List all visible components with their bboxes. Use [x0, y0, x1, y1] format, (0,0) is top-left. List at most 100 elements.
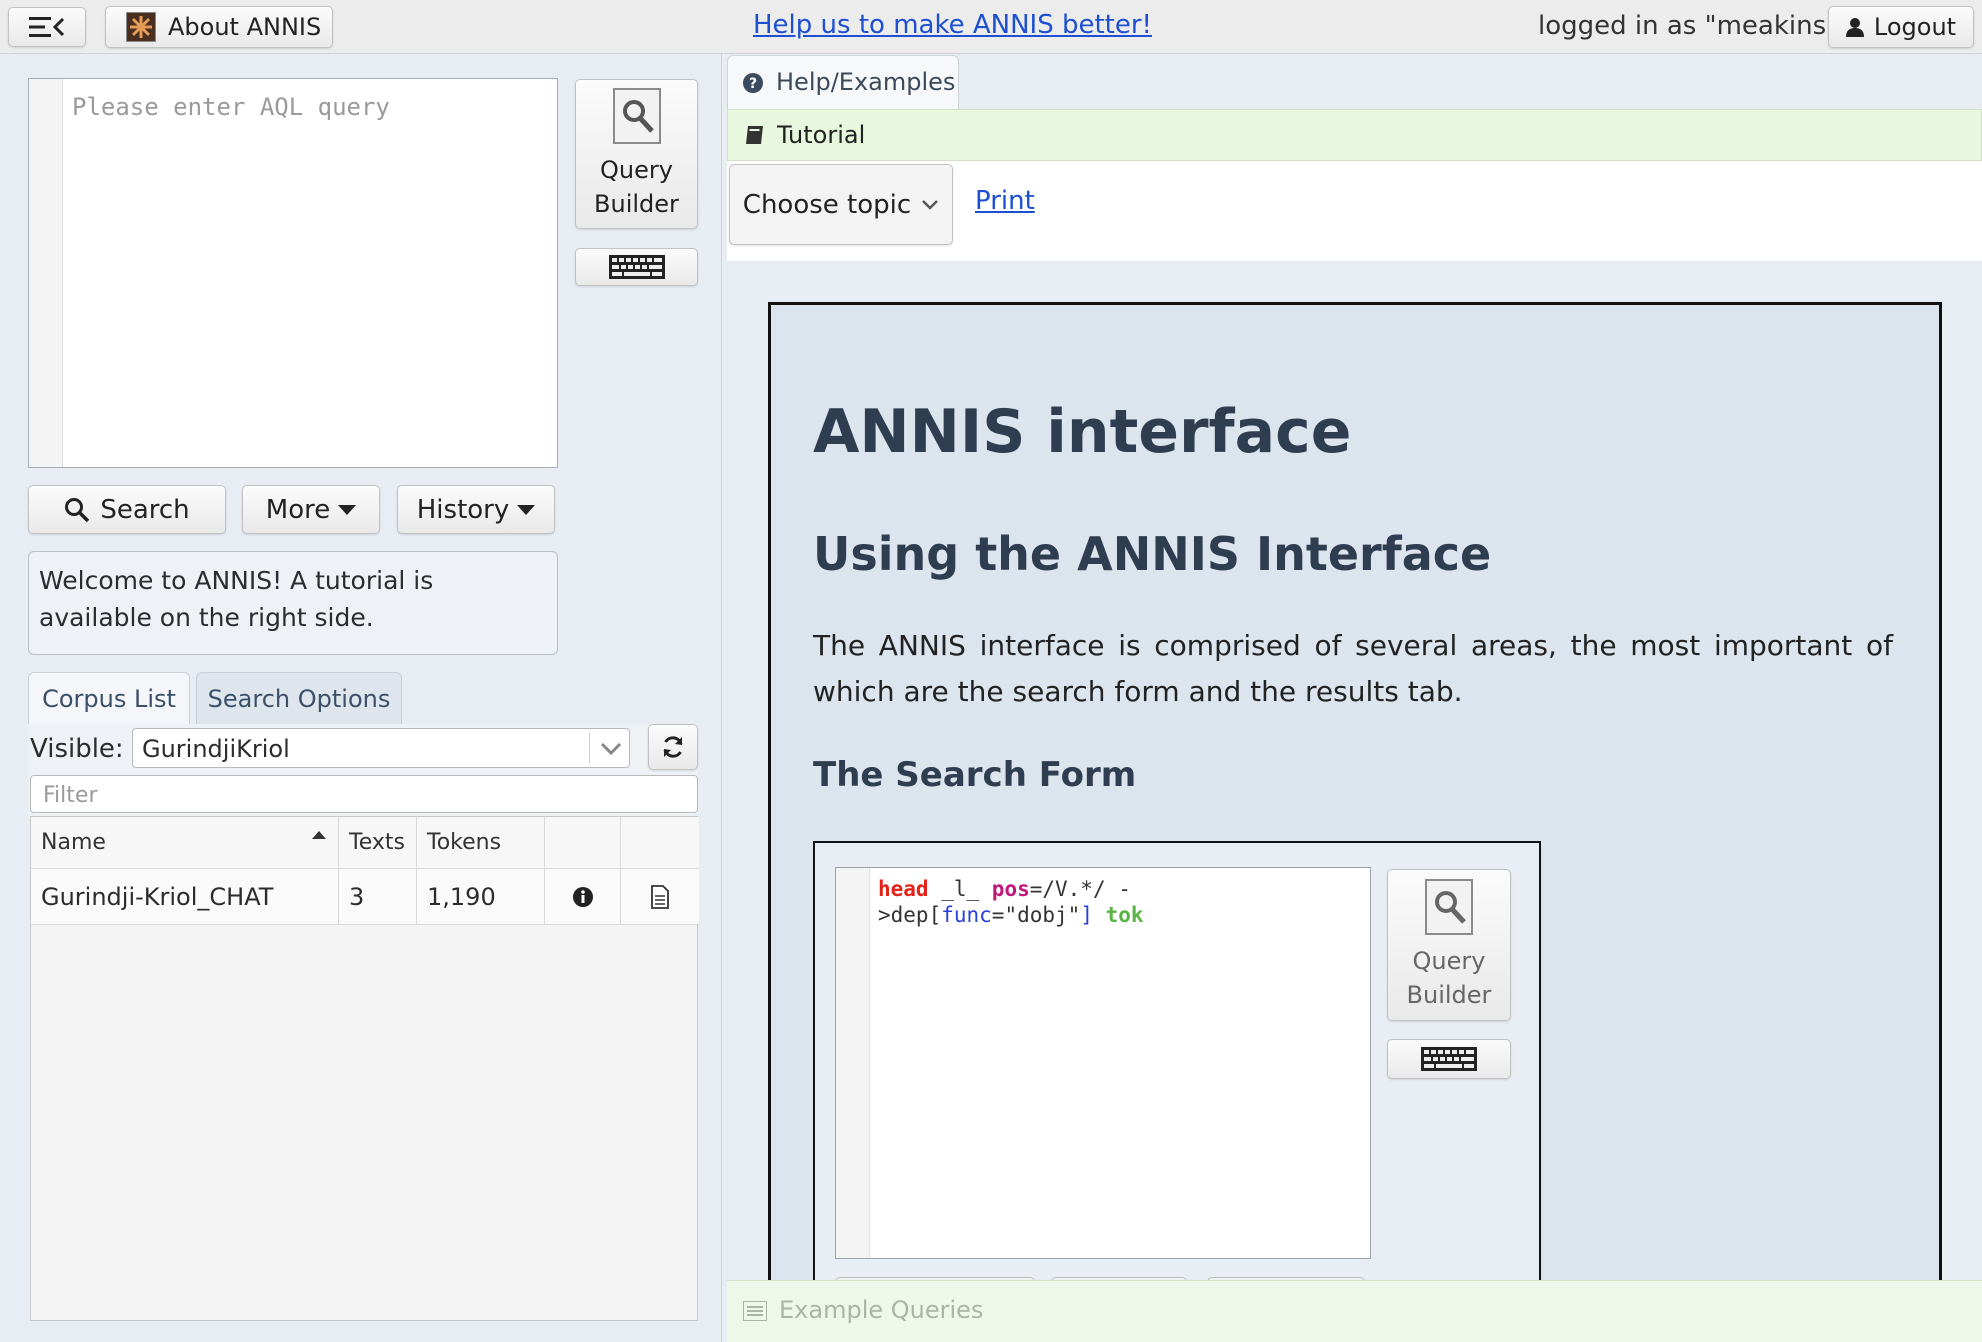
logout-label: Logout	[1873, 13, 1957, 41]
corpus-table: Name Texts Tokens Gurindji-Kriol_CHAT 3 …	[30, 816, 699, 1321]
table-row[interactable]: Gurindji-Kriol_CHAT	[31, 869, 339, 925]
top-bar: About ANNIS Help us to make ANNIS better…	[0, 0, 1982, 54]
sort-ascending-icon	[312, 831, 326, 839]
user-icon	[1845, 18, 1864, 37]
query-builder-icon	[612, 88, 661, 144]
column-header-texts[interactable]: Texts	[339, 817, 417, 869]
visible-corpus-value: GurindjiKriol	[142, 735, 290, 763]
logout-button[interactable]: Logout	[1828, 6, 1974, 48]
feedback-link[interactable]: Help us to make ANNIS better!	[753, 10, 1152, 40]
chevron-down-icon	[600, 742, 622, 756]
example-queries-label: Example Queries	[779, 1296, 984, 1324]
tab-search-options[interactable]: Search Options	[196, 672, 402, 724]
example-query-code: head _l_ pos=/V.*/ - >dep[func="dobj"] to…	[878, 876, 1168, 928]
texts-value: 3	[349, 882, 365, 911]
doc-subtitle: Using the ANNIS Interface	[813, 527, 1492, 581]
code-token-head: head	[878, 877, 929, 901]
more-button[interactable]: More	[242, 485, 380, 534]
refresh-corpora-button[interactable]	[648, 724, 698, 770]
caret-down-icon	[517, 504, 536, 515]
query-placeholder: Please enter AQL query	[72, 93, 390, 121]
info-icon	[572, 886, 593, 907]
chevron-down-icon	[922, 199, 939, 210]
column-header-name[interactable]: Name	[31, 817, 339, 869]
column-tokens-label: Tokens	[427, 830, 502, 855]
column-name-label: Name	[41, 830, 106, 855]
tutorial-document: ANNIS interface Using the ANNIS Interfac…	[768, 302, 1942, 1322]
more-label: More	[265, 494, 331, 525]
query-builder-label-line2: Builder	[594, 190, 679, 218]
code-token-close: ]	[1080, 903, 1093, 927]
example-builder-line2: Builder	[1406, 981, 1492, 1009]
column-header-tokens[interactable]: Tokens	[417, 817, 545, 869]
history-button[interactable]: History	[397, 485, 555, 534]
book-icon	[746, 126, 763, 144]
filter-placeholder: Filter	[43, 783, 98, 808]
welcome-message: Welcome to ANNIS! A tutorial is availabl…	[28, 551, 558, 655]
code-token-dep: >dep[	[878, 903, 942, 927]
example-keyboard-button	[1387, 1039, 1511, 1079]
about-annis-label: About ANNIS	[168, 13, 322, 41]
doc-title: ANNIS interface	[813, 397, 1352, 467]
code-token-func: func	[941, 903, 992, 927]
tokens-value: 1,190	[427, 882, 496, 911]
example-line-gutter	[836, 868, 870, 1258]
tab-help-examples-label: Help/Examples	[776, 68, 956, 96]
query-builder-button[interactable]: Query Builder	[575, 79, 698, 229]
query-builder-icon	[1425, 879, 1473, 935]
annis-logo-icon	[126, 12, 156, 42]
example-builder-line1: Query	[1412, 947, 1486, 975]
keyboard-icon	[608, 255, 665, 279]
tab-help-examples[interactable]: ? Help/Examples	[727, 55, 959, 109]
virtual-keyboard-button[interactable]	[575, 248, 698, 286]
aql-query-editor[interactable]: Please enter AQL query	[28, 78, 558, 468]
example-query-builder-button: Query Builder	[1387, 869, 1511, 1021]
code-token-pos: pos	[991, 877, 1030, 901]
tab-corpus-list[interactable]: Corpus List	[28, 672, 190, 725]
tab-corpus-list-label: Corpus List	[42, 685, 176, 713]
tutorial-header[interactable]: Tutorial	[727, 109, 1982, 161]
example-queries-header[interactable]: Example Queries	[727, 1280, 1982, 1342]
menu-collapse-icon	[29, 17, 65, 37]
keyboard-icon	[1421, 1047, 1477, 1071]
column-header-info	[545, 817, 621, 869]
choose-topic-label: Choose topic	[742, 189, 912, 220]
tutorial-label: Tutorial	[777, 121, 866, 149]
doc-section-heading: The Search Form	[813, 755, 1137, 795]
example-query-editor: head _l_ pos=/V.*/ - >dep[func="dobj"] to…	[835, 867, 1371, 1259]
code-token-op: _l_	[928, 877, 992, 901]
corpus-filter-input[interactable]: Filter	[30, 775, 698, 813]
search-button[interactable]: Search	[28, 485, 226, 534]
search-label: Search	[100, 494, 190, 525]
query-builder-label-line1: Query	[600, 156, 673, 184]
svg-text:?: ?	[749, 76, 757, 92]
document-icon	[651, 884, 669, 909]
code-token-value: ="dobj"	[991, 903, 1081, 927]
corpus-name-cell: Gurindji-Kriol_CHAT	[41, 882, 274, 911]
search-icon	[65, 497, 90, 522]
refresh-icon	[663, 736, 683, 758]
code-token-regex: =/V.*/ -	[1029, 877, 1131, 901]
line-gutter	[29, 79, 63, 467]
list-icon	[743, 1301, 767, 1321]
doc-paragraph: The ANNIS interface is comprised of seve…	[813, 629, 1893, 708]
tokens-cell: 1,190	[417, 869, 545, 925]
caret-down-icon	[338, 504, 357, 515]
logged-in-text: logged in as "meakins"	[1538, 11, 1839, 41]
tab-search-options-label: Search Options	[207, 684, 391, 713]
example-screenshot: head _l_ pos=/V.*/ - >dep[func="dobj"] to…	[813, 841, 1541, 1322]
print-link[interactable]: Print	[975, 186, 1035, 216]
history-label: History	[416, 494, 510, 525]
visible-label: Visible:	[30, 734, 124, 764]
corpus-info-button[interactable]	[545, 869, 621, 925]
sidebar-toggle-button[interactable]	[8, 7, 86, 47]
choose-topic-dropdown[interactable]: Choose topic	[729, 164, 953, 245]
select-divider	[589, 733, 590, 763]
code-token-tok: tok	[1092, 903, 1144, 927]
column-header-docs	[621, 817, 699, 869]
texts-cell: 3	[339, 869, 417, 925]
visible-corpus-select[interactable]: GurindjiKriol	[132, 728, 630, 768]
corpus-docs-button[interactable]	[621, 869, 699, 925]
question-circle-icon: ?	[743, 73, 763, 93]
about-annis-button[interactable]: About ANNIS	[105, 6, 333, 48]
